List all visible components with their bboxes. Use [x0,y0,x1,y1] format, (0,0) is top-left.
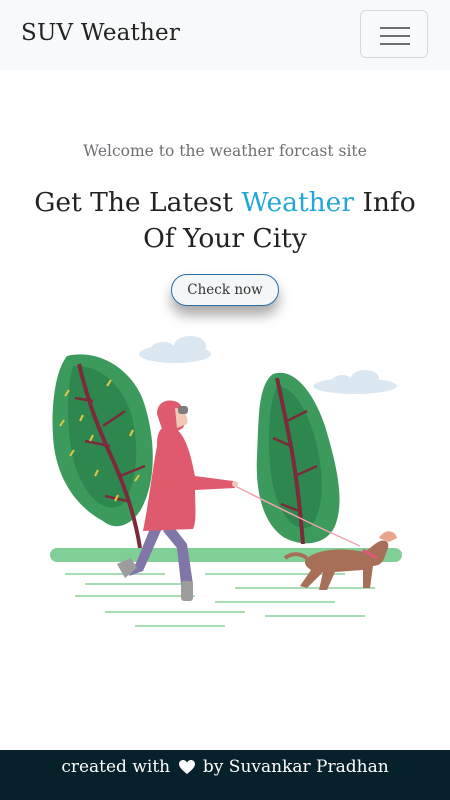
tree-right [256,372,340,545]
menu-toggle-button[interactable] [360,10,428,58]
brand-title[interactable]: SUV Weather [21,20,180,46]
check-now-button[interactable]: Check now [171,274,279,306]
tree-left [52,354,153,549]
weather-illustration [45,326,405,636]
footer-suffix: by Suvankar Pradhan [202,757,389,777]
welcome-text: Welcome to the weather forcast site [83,142,367,160]
footer: created with by Suvankar Pradhan [0,750,450,800]
hero-headline: Get The Latest Weather Info Of Your City [20,185,430,257]
headline-accent: Weather [241,187,355,218]
headline-prefix: Get The Latest [34,187,242,218]
navbar: SUV Weather [0,0,450,70]
heart-icon [178,753,196,787]
footer-prefix: created with [61,757,171,777]
